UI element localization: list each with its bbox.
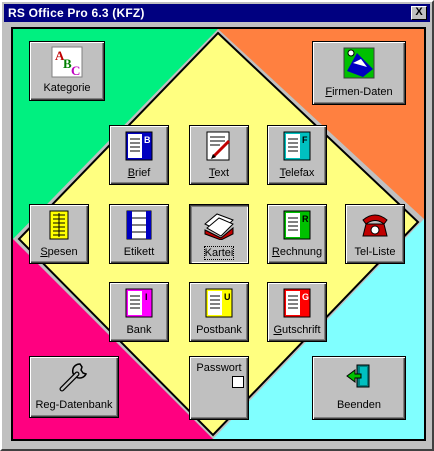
postbank-label: Postbank (196, 324, 242, 336)
telefax-label: elefax (285, 167, 315, 179)
firmen-daten-button[interactable]: Firmen-Daten (312, 41, 406, 105)
rechnung-button[interactable]: R Rechnung (267, 204, 327, 264)
svg-text:R: R (302, 214, 309, 224)
spesen-label: pesen (47, 246, 78, 258)
text-edit-icon (206, 131, 231, 161)
company-icon (343, 47, 375, 79)
fax-doc-icon: F (283, 131, 311, 161)
bank-doc-icon: I (125, 288, 153, 318)
text-label: ext (214, 167, 230, 179)
passwort-checkbox[interactable] (232, 376, 244, 388)
beenden-label: Beenden (336, 399, 382, 411)
wrench-icon (59, 363, 88, 392)
brief-label-underline: B (127, 167, 136, 179)
rechnung-label-underline: R (271, 246, 280, 258)
svg-text:F: F (302, 135, 308, 145)
etikett-label: Etikett (123, 246, 155, 258)
svg-text:B: B (144, 135, 151, 145)
tel-liste-button[interactable]: Tel-Liste (345, 204, 405, 264)
label-icon (126, 210, 152, 240)
bank-label: Bank (126, 324, 152, 336)
reg-datenbank-label: Reg-Datenbank (35, 399, 113, 411)
card-index-icon (204, 213, 234, 240)
firmen-label: irmen-Daten (332, 86, 393, 98)
kategorie-button[interactable]: A B C Kategorie (29, 41, 105, 101)
main-window: RS Office Pro 6.3 (KFZ) X A B C Kategori… (0, 0, 434, 451)
rechnung-label: echnung (279, 246, 323, 258)
telephone-icon (362, 214, 388, 237)
tel-liste-label: Tel-Liste (354, 246, 396, 258)
gutschrift-label-underline: G (273, 324, 283, 336)
expenses-icon (49, 210, 69, 240)
window-title: RS Office Pro 6.3 (KFZ) (8, 6, 145, 20)
passwort-label: Passwort (196, 362, 242, 374)
brief-button[interactable]: B Brief (109, 125, 169, 185)
gutschrift-button[interactable]: G Gutschrift (267, 282, 327, 342)
spesen-button[interactable]: Spesen (29, 204, 89, 264)
svg-text:G: G (302, 292, 309, 302)
title-bar: RS Office Pro 6.3 (KFZ) X (4, 4, 430, 22)
kartei-label: Kartei (203, 246, 235, 260)
kartei-button[interactable]: Kartei (189, 204, 249, 264)
launcher-panel: A B C Kategorie Firmen-Daten B Brief Tex… (11, 27, 426, 441)
brief-label: rief (135, 167, 151, 179)
text-button[interactable]: Text (189, 125, 249, 185)
abc-icon: A B C (51, 46, 83, 78)
letter-doc-icon: B (125, 131, 153, 161)
gutschrift-label: utschrift (282, 324, 321, 336)
passwort-button[interactable]: Passwort (189, 356, 249, 420)
kategorie-label: Kategorie (43, 82, 91, 94)
svg-text:U: U (224, 292, 231, 302)
svg-text:I: I (145, 292, 148, 302)
etikett-button[interactable]: Etikett (109, 204, 169, 264)
spesen-label-underline: S (40, 246, 48, 258)
reg-datenbank-button[interactable]: Reg-Datenbank (29, 356, 119, 418)
postbank-doc-icon: U (205, 288, 233, 318)
bank-button[interactable]: I Bank (109, 282, 169, 342)
invoice-doc-icon: R (283, 210, 311, 240)
svg-text:C: C (71, 63, 80, 78)
close-button[interactable]: X (411, 6, 427, 20)
exit-icon (346, 364, 370, 388)
postbank-button[interactable]: U Postbank (189, 282, 249, 342)
telefax-button[interactable]: F Telefax (267, 125, 327, 185)
beenden-button[interactable]: Beenden (312, 356, 406, 420)
credit-doc-icon: G (283, 288, 311, 318)
